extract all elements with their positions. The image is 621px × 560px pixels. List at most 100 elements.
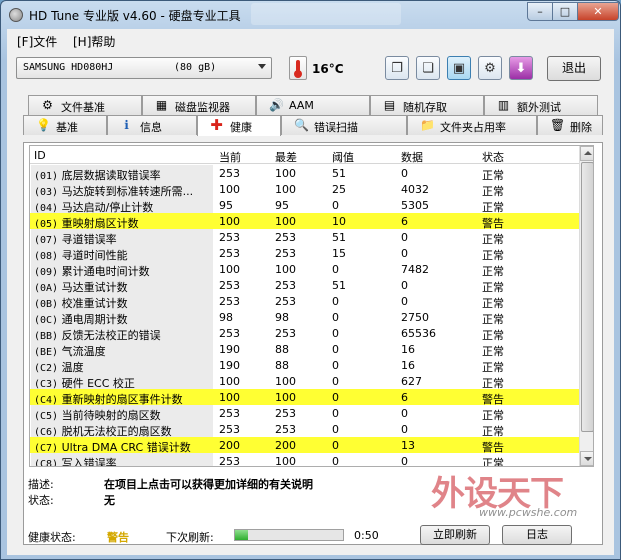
raw-data-value: 0 [401, 231, 408, 244]
tab-disk-monitor[interactable]: ▦ 磁盘监视器 [142, 95, 256, 115]
worst-value: 100 [275, 263, 296, 276]
header-status[interactable]: 状态 [482, 149, 504, 165]
current-value: 100 [219, 263, 240, 276]
exit-button[interactable]: 退出 [547, 56, 601, 81]
menu-file[interactable]: [F]文件 [17, 33, 57, 50]
temperature-value: 16°C [312, 62, 344, 76]
drive-name: SAMSUNG HD080HJ [23, 62, 114, 73]
worst-value: 88 [275, 343, 289, 356]
options-button[interactable]: ⚙ [478, 56, 502, 80]
tab-label: 随机存取 [403, 101, 447, 114]
tab-benchmark[interactable]: 💡 基准 [23, 115, 107, 135]
tab-label: 额外测试 [517, 101, 561, 114]
menu-help[interactable]: [H]帮助 [73, 33, 115, 50]
download-button[interactable]: ⬇ [509, 56, 533, 80]
worst-value: 100 [275, 167, 296, 180]
status-label: 状态: [28, 494, 54, 507]
refresh-now-button[interactable]: 立即刷新 [420, 525, 490, 545]
table-row[interactable]: (C6) 脱机无法校正的扇区数 253 253 0 0 正常 [30, 421, 579, 438]
threshold-value: 0 [332, 295, 339, 308]
minimize-button[interactable]: – [527, 2, 553, 21]
current-value: 253 [219, 295, 240, 308]
tab-label: 磁盘监视器 [175, 101, 230, 114]
table-row[interactable]: (C5) 当前待映射的扇区数 253 253 0 0 正常 [30, 405, 579, 422]
close-button[interactable]: ✕ [577, 2, 619, 21]
table-row[interactable]: (BB) 反馈无法校正的错误 253 253 0 65536 正常 [30, 325, 579, 342]
threshold-value: 51 [332, 167, 346, 180]
raw-data-value: 0 [401, 279, 408, 292]
current-value: 253 [219, 455, 240, 467]
worst-value: 253 [275, 423, 296, 436]
threshold-value: 0 [332, 263, 339, 276]
table-row[interactable]: (09) 累计通电时间计数 100 100 0 7482 正常 [30, 261, 579, 278]
log-button[interactable]: 日志 [502, 525, 572, 545]
tab-health[interactable]: ✚ 健康 [197, 115, 281, 136]
table-row[interactable]: (04) 马达启动/停止计数 95 95 0 5305 正常 [30, 197, 579, 214]
description-value: 在项目上点击可以获得更加详细的有关说明 [104, 478, 313, 491]
title-bar[interactable]: HD Tune 专业版 v4.60 - 硬盘专业工具 – □ ✕ [1, 1, 620, 29]
table-row[interactable]: (0B) 校准重试计数 253 253 0 0 正常 [30, 293, 579, 310]
table-row[interactable]: (BE) 气流温度 190 88 0 16 正常 [30, 341, 579, 358]
threshold-value: 0 [332, 391, 339, 404]
worst-value: 100 [275, 391, 296, 404]
threshold-value: 0 [332, 359, 339, 372]
threshold-value: 0 [332, 375, 339, 388]
threshold-value: 0 [332, 407, 339, 420]
tab-label: 错误扫描 [314, 121, 358, 134]
worst-value: 253 [275, 247, 296, 260]
raw-data-value: 16 [401, 343, 415, 356]
tab-erase[interactable]: 🗑 删除 [537, 115, 603, 135]
header-id[interactable]: ID [34, 149, 46, 162]
table-row[interactable]: (C4) 重新映射的扇区事件计数 100 100 0 6 警告 [30, 389, 579, 406]
save-button[interactable]: ▣ [447, 56, 471, 80]
copy-screenshot-button[interactable]: ❏ [416, 56, 440, 80]
current-value: 253 [219, 231, 240, 244]
tab-info[interactable]: ℹ 信息 [107, 115, 197, 135]
table-row[interactable]: (0C) 通电周期计数 98 98 0 2750 正常 [30, 309, 579, 326]
table-row[interactable]: (08) 寻道时间性能 253 253 15 0 正常 [30, 245, 579, 262]
scroll-thumb[interactable] [581, 162, 593, 432]
table-row[interactable]: (01) 底层数据读取错误率 253 100 51 0 正常 [30, 165, 579, 182]
worst-value: 253 [275, 327, 296, 340]
raw-data-value: 16 [401, 359, 415, 372]
threshold-value: 10 [332, 215, 346, 228]
table-row[interactable]: (07) 寻道错误率 253 253 51 0 正常 [30, 229, 579, 246]
maximize-button[interactable]: □ [552, 2, 578, 21]
header-worst[interactable]: 最差 [275, 149, 297, 165]
current-value: 253 [219, 327, 240, 340]
client-area: [F]文件 [H]帮助 SAMSUNG HD080HJ (80 gB) 16°C… [7, 29, 614, 555]
header-data[interactable]: 数据 [401, 149, 423, 165]
table-row[interactable]: (0A) 马达重试计数 253 253 51 0 正常 [30, 277, 579, 294]
tab-file-benchmark[interactable]: ⚙ 文件基准 [28, 95, 142, 115]
tab-random-access[interactable]: ▤ 随机存取 [370, 95, 484, 115]
table-row[interactable]: (C8) 写入错误率 253 100 0 0 正常 [30, 453, 579, 467]
tab-aam[interactable]: 🔊 AAM [256, 95, 370, 115]
table-row[interactable]: (03) 马达旋转到标准转速所需... 100 100 25 4032 正常 [30, 181, 579, 198]
table-row[interactable]: (C7) Ultra DMA CRC 错误计数 200 200 0 13 警告 [30, 437, 579, 454]
scroll-up-button[interactable] [580, 146, 593, 161]
drive-select[interactable]: SAMSUNG HD080HJ (80 gB) [16, 57, 272, 79]
table-row[interactable]: (C3) 硬件 ECC 校正 100 100 0 627 正常 [30, 373, 579, 390]
scroll-down-button[interactable] [580, 451, 593, 466]
status-value: 无 [104, 494, 115, 507]
tab-folder-usage[interactable]: 📁 文件夹占用率 [407, 115, 537, 135]
table-scrollbar[interactable] [579, 146, 593, 466]
smart-table: ID 当前 最差 阈值 数据 状态 (01) 底层数据读取错误率 253 100 51… [29, 145, 594, 467]
table-row[interactable]: (05) 重映射扇区计数 100 100 10 6 警告 [30, 213, 579, 230]
tab-extra-tests[interactable]: ▥ 额外测试 [484, 95, 598, 115]
header-current[interactable]: 当前 [219, 149, 241, 165]
raw-data-value: 0 [401, 167, 408, 180]
raw-data-value: 4032 [401, 183, 429, 196]
current-value: 253 [219, 407, 240, 420]
header-threshold[interactable]: 阈值 [332, 149, 354, 165]
tab-label: AAM [289, 99, 314, 112]
threshold-value: 0 [332, 455, 339, 467]
table-row[interactable]: (C2) 温度 190 88 0 16 正常 [30, 357, 579, 374]
app-icon [9, 8, 23, 22]
threshold-value: 0 [332, 311, 339, 324]
tab-error-scan[interactable]: 🔍 错误扫描 [281, 115, 407, 135]
copy-text-button[interactable]: ❐ [385, 56, 409, 80]
tab-label: 信息 [140, 121, 162, 134]
attribute-id: (C8) [34, 459, 59, 467]
worst-value: 253 [275, 407, 296, 420]
